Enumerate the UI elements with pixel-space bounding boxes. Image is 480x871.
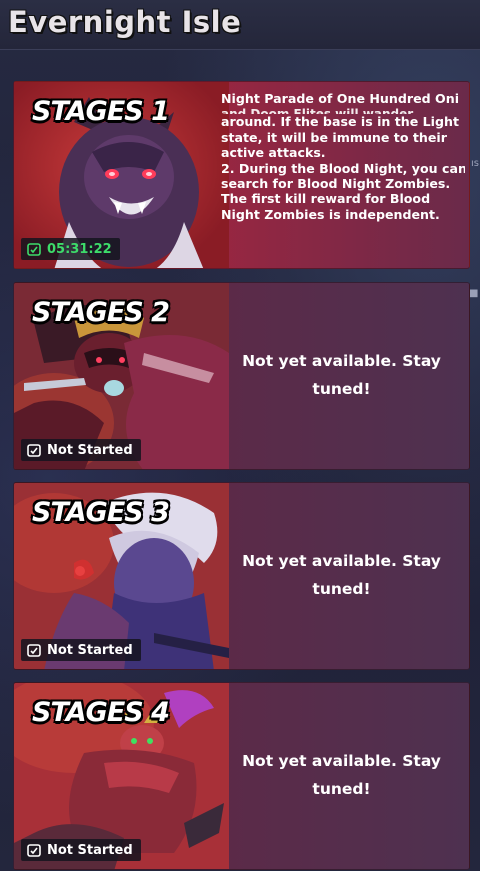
stage-status: Not Started — [21, 439, 141, 461]
stage-title: STAGES 2 — [32, 297, 170, 328]
clock-icon — [27, 444, 41, 457]
description-line: The first kill reward for Blood — [221, 191, 431, 207]
side-edge-glyph: ıs — [471, 158, 479, 169]
stage-title: STAGES 1 — [32, 96, 170, 127]
clock-icon — [27, 644, 41, 657]
description-line: around. If the base is in the Light — [221, 114, 459, 130]
stage-description: Night Parade of One Hundred Oni and Doom… — [221, 91, 465, 222]
status-label: Not Started — [47, 442, 133, 458]
stage-card-1[interactable]: STAGES 1 05:31:22 Night Parade of One Hu… — [13, 81, 470, 269]
clock-icon — [27, 844, 41, 857]
stage-title: STAGES 3 — [32, 497, 170, 528]
clock-icon — [27, 243, 41, 256]
stage-status: Not Started — [21, 839, 141, 861]
stage-unavailable-message: Not yet available. Stay tuned! — [242, 752, 441, 798]
description-line: Night Zombies is independent. — [221, 206, 440, 222]
stage-status: Not Started — [21, 639, 141, 661]
side-edge-glyph: ■ — [469, 288, 479, 299]
description-line: state, it will be immune to their — [221, 129, 447, 145]
description-line: 2. During the Blood Night, you can — [221, 160, 465, 176]
stage-title: STAGES 4 — [32, 697, 170, 728]
stage-card-2[interactable]: STAGES 2 Not Started Not yet available. … — [13, 282, 470, 470]
page-title: Evernight Isle — [8, 5, 242, 39]
status-label: Not Started — [47, 842, 133, 858]
stage-unavailable-message: Not yet available. Stay tuned! — [242, 352, 441, 398]
description-line: active attacks. — [221, 145, 326, 161]
description-title: Night Parade of One Hundred Oni — [221, 91, 460, 106]
stage-card-4[interactable]: STAGES 4 Not Started Not yet available. … — [13, 682, 470, 870]
header-bar: Evernight Isle — [0, 0, 480, 50]
description-line: search for Blood Night Zombies. — [221, 175, 451, 191]
status-label: Not Started — [47, 642, 133, 658]
stage-card-3[interactable]: STAGES 3 Not Started Not yet available. … — [13, 482, 470, 670]
stage-timer: 05:31:22 — [21, 238, 120, 260]
description-clipped-line: and Doom Elites will wander — [221, 107, 414, 115]
stage-unavailable-message: Not yet available. Stay tuned! — [242, 552, 441, 598]
timer-countdown: 05:31:22 — [47, 241, 112, 257]
